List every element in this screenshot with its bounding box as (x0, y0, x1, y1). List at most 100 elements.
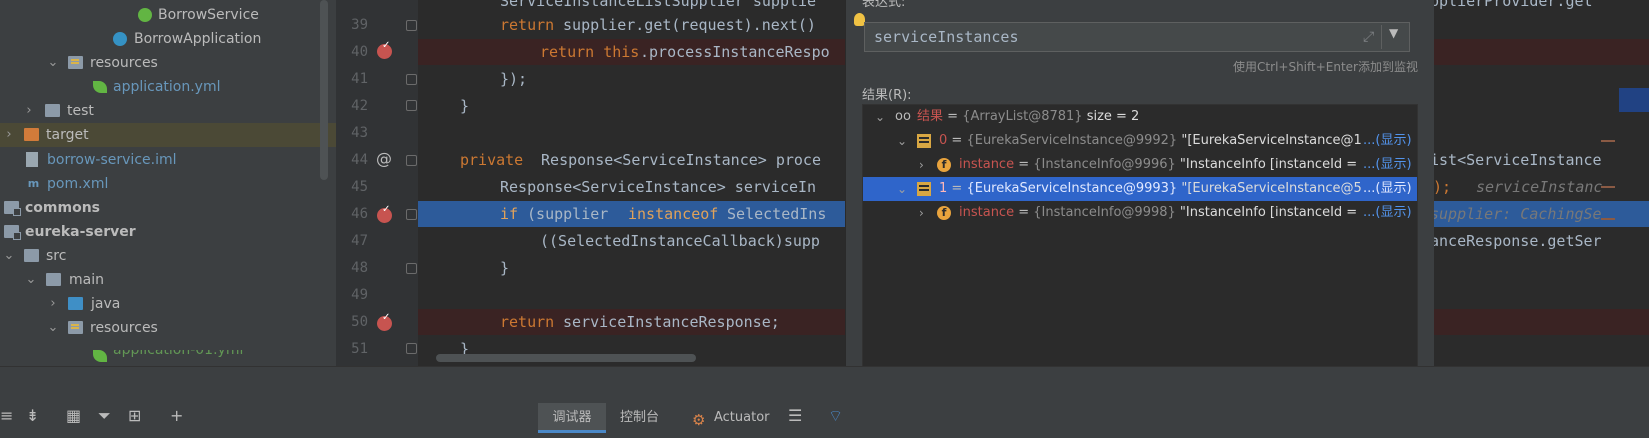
expression-input[interactable]: serviceInstances ⤢ ▼ (864, 22, 1410, 52)
actuator-icon: ⚙ (692, 411, 706, 429)
tree-item-borrow-service-iml[interactable]: borrow-service.iml (0, 148, 336, 172)
line-number: 48 (351, 260, 368, 276)
fold-icon[interactable] (406, 155, 417, 166)
chevron-down-icon[interactable]: ⌄ (24, 268, 38, 292)
fold-icon[interactable] (406, 74, 417, 85)
show-value-link[interactable]: ...(显示) (1361, 201, 1412, 225)
chevron-down-icon[interactable]: ⌄ (897, 129, 907, 153)
result-eq: = (943, 109, 963, 124)
breakpoint-icon[interactable] (377, 40, 392, 59)
tree-item-commons[interactable]: commons (0, 196, 336, 220)
editor-scroll-marker[interactable] (1619, 88, 1649, 112)
error-stripe-mark[interactable] (1601, 218, 1615, 220)
code-keyword: return (500, 16, 555, 34)
fold-icon[interactable] (406, 263, 417, 274)
line-number: 44 (351, 152, 368, 168)
tree-item-resources[interactable]: ⌄ resources (0, 51, 336, 75)
add-icon[interactable]: + (170, 406, 183, 425)
fold-icon[interactable] (406, 343, 417, 354)
module-folder-icon (4, 201, 21, 216)
result-row[interactable]: › f instance = {InstanceInfo@9996} "Inst… (863, 153, 1417, 177)
tree-scrollbar[interactable] (320, 0, 328, 180)
tree-item-main[interactable]: ⌄ main (0, 268, 336, 292)
result-row-selected[interactable]: ⌄ 1 = {EurekaServiceInstance@9993} "[Eur… (863, 177, 1417, 201)
show-value-link[interactable]: ...(显示) (1361, 129, 1412, 153)
line-number: 45 (351, 179, 368, 195)
interface-icon (138, 8, 152, 22)
add-watch-frame-icon[interactable]: ⊞ (128, 406, 141, 425)
chevron-right-icon[interactable]: › (22, 99, 36, 123)
editor-horizontal-scrollbar[interactable] (436, 354, 696, 362)
code-text: } (500, 259, 510, 277)
expand-icon[interactable]: ⤢ (1363, 29, 1374, 45)
threads-list-icon[interactable]: ☰ (788, 406, 802, 425)
debug-tool-window-bar: ≡ ⇟ ▦ ⏷ ⊞ + 调试器 控制台 ⚙ Actuator ☰ ⌔ (0, 366, 1649, 438)
maven-icon: m (27, 177, 40, 190)
tree-item-resources-2[interactable]: ⌄ resources (0, 316, 336, 340)
tree-item-label: application.yml (113, 79, 221, 95)
expression-text[interactable]: serviceInstances (874, 28, 1019, 46)
tree-item-src[interactable]: ⌄ src (0, 244, 336, 268)
fold-icon[interactable] (406, 209, 417, 220)
show-value-link[interactable]: ...(显示) (1361, 153, 1412, 177)
code-text: ); (1433, 178, 1452, 196)
resources-folder-icon (68, 321, 83, 334)
field-icon: f (937, 206, 951, 220)
result-ref: {InstanceInfo@9996} (1033, 157, 1176, 172)
chevron-right-icon[interactable]: › (46, 292, 60, 316)
result-ref: {EurekaServiceInstance@9993} (966, 181, 1178, 196)
tree-item-label: BorrowService (158, 7, 259, 23)
tree-item-eureka-server[interactable]: eureka-server (0, 220, 336, 244)
line-number: 43 (351, 125, 368, 141)
line-number: 47 (351, 233, 368, 249)
line-number: 42 (351, 98, 368, 114)
tree-item-borrowapplication[interactable]: BorrowApplication (0, 27, 336, 51)
layout-icon[interactable]: ⌔ (828, 406, 843, 426)
spring-boot-class-icon (113, 32, 127, 46)
tree-item-target[interactable]: › target (0, 123, 336, 147)
tab-actuator[interactable]: Actuator (714, 403, 770, 433)
line-number: 50 (351, 314, 368, 330)
field-icon: f (937, 158, 951, 172)
code-text: Response<ServiceInstance> proce (532, 151, 821, 169)
error-stripe-mark[interactable] (1601, 140, 1615, 142)
tree-item-application-yml[interactable]: application.yml (0, 75, 336, 99)
chevron-right-icon[interactable]: › (919, 153, 924, 177)
tree-item-label: borrow-service.iml (47, 152, 177, 168)
override-marker-icon[interactable]: @ (376, 149, 392, 168)
tree-item-application-01-yml[interactable]: application-01.yml (0, 350, 336, 366)
line-number: 49 (351, 287, 368, 303)
tree-item-pom-xml[interactable]: m pom.xml (0, 172, 336, 196)
tree-item-borrowservice[interactable]: BorrowService (0, 3, 336, 27)
chevron-right-icon[interactable]: › (919, 201, 924, 225)
error-stripe-mark[interactable] (1601, 186, 1615, 188)
watch-glasses-icon: oo (895, 109, 911, 124)
tab-console[interactable]: 控制台 (620, 403, 659, 433)
collapse-icon[interactable]: ⇟ (26, 406, 39, 425)
code-text: (supplier (518, 205, 618, 223)
restore-layout-icon[interactable]: ≡ (0, 406, 13, 425)
filter-icon[interactable]: ⏷ (98, 406, 111, 426)
result-row[interactable]: ⌄ oo 结果 = {ArrayList@8781} size = 2 (863, 105, 1417, 129)
tree-item-test[interactable]: › test (0, 99, 336, 123)
result-row[interactable]: ⌄ 0 = {EurekaServiceInstance@9992} "[Eur… (863, 129, 1417, 153)
chevron-down-icon[interactable]: ⌄ (2, 244, 16, 268)
tree-item-java[interactable]: › java (0, 292, 336, 316)
breakpoint-icon[interactable] (377, 204, 392, 223)
fold-icon[interactable] (406, 20, 417, 31)
tab-debugger[interactable]: 调试器 (538, 403, 606, 433)
code-text: ist<ServiceInstance (1430, 151, 1602, 169)
chevron-down-icon[interactable]: ⌄ (897, 177, 907, 201)
breakpoint-icon[interactable] (377, 312, 392, 331)
fold-icon[interactable] (406, 100, 417, 111)
show-value-link[interactable]: ...(显示) (1361, 177, 1412, 201)
chevron-right-icon[interactable]: › (2, 123, 16, 147)
chevron-down-icon[interactable]: ⌄ (46, 51, 60, 75)
chevron-down-icon[interactable]: ⌄ (46, 316, 60, 340)
chevron-down-icon[interactable]: ⌄ (875, 105, 885, 129)
tree-item-label: application-01.yml (113, 350, 244, 358)
history-dropdown-icon[interactable]: ▼ (1389, 26, 1398, 40)
frames-grid-icon[interactable]: ▦ (66, 406, 81, 425)
result-row[interactable]: › f instance = {InstanceInfo@9998} "Inst… (863, 201, 1417, 225)
line-number: 41 (351, 71, 368, 87)
